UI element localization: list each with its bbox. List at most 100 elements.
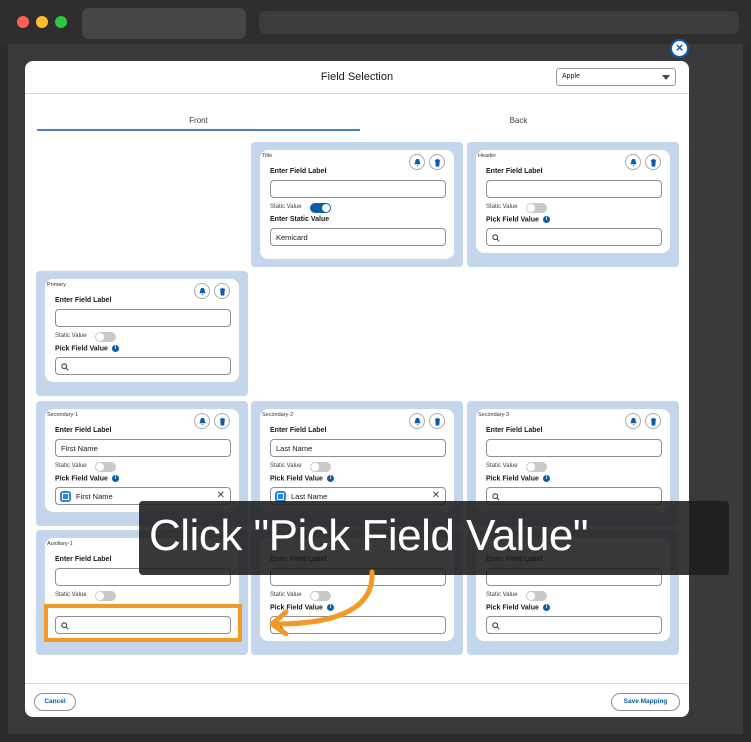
static-value-label: Static Value [55, 592, 87, 598]
static-value-toggle[interactable] [95, 462, 116, 472]
card-type: Auxiliary-1 [47, 541, 73, 547]
browser-tab[interactable] [82, 8, 246, 39]
search-icon [492, 234, 500, 242]
target-highlight-box [44, 604, 242, 642]
secondary2-card: Secondary-2 Enter Field Label Last Name … [260, 409, 454, 512]
field-label-heading: Enter Field Label [270, 427, 327, 434]
pick-field-search[interactable] [486, 228, 662, 246]
static-value-input[interactable]: Kemicard [270, 228, 446, 246]
info-icon[interactable]: i [326, 475, 334, 482]
picked-field-label: Last Name [291, 492, 328, 501]
pick-field-value-label: Pick Field Value [55, 475, 108, 483]
pick-field-value-heading: Pick Field Value i [486, 475, 550, 482]
bell-icon[interactable] [409, 154, 425, 170]
instruction-callout: Click "Pick Field Value" [139, 501, 729, 575]
address-bar[interactable] [259, 11, 739, 34]
info-icon[interactable]: i [542, 475, 550, 482]
static-value-toggle[interactable] [526, 462, 547, 472]
info-icon[interactable]: i [111, 345, 119, 352]
info-icon[interactable]: i [542, 216, 550, 223]
bell-icon[interactable] [409, 413, 425, 429]
pick-field-value-heading: Pick Field Value i [270, 475, 334, 482]
pick-field-value-heading: Pick Field Value i [486, 216, 550, 223]
static-value-label: Static Value [270, 463, 302, 469]
modal-close-icon[interactable]: × [670, 39, 689, 58]
window-minimize-dot[interactable] [36, 16, 48, 28]
card-type: Secondary-1 [47, 412, 79, 418]
static-value-label: Static Value [55, 333, 87, 339]
pick-field-value-label: Pick Field Value [486, 475, 539, 483]
pick-field-value-label: Pick Field Value [270, 475, 323, 483]
field-label-input[interactable] [270, 180, 446, 198]
field-label-input[interactable] [486, 439, 662, 457]
static-value-label: Static Value [270, 204, 302, 210]
pointer-arrow-icon [269, 569, 375, 636]
static-value-heading: Enter Static Value [270, 216, 330, 223]
field-label-heading: Enter Field Label [486, 427, 543, 434]
static-value-toggle[interactable] [95, 332, 116, 342]
bell-icon[interactable] [625, 154, 641, 170]
search-icon [61, 363, 69, 371]
field-label-input[interactable] [486, 180, 662, 198]
trash-icon[interactable] [214, 413, 230, 429]
bell-icon[interactable] [194, 413, 210, 429]
search-icon [492, 493, 500, 501]
pick-field-search[interactable] [486, 616, 662, 634]
info-icon[interactable]: i [542, 604, 550, 611]
save-mapping-button[interactable]: Save Mapping [611, 693, 680, 711]
bell-icon[interactable] [625, 413, 641, 429]
pick-field-search[interactable] [55, 357, 231, 375]
field-label-heading: Enter Field Label [55, 297, 112, 304]
field-label-heading: Enter Field Label [270, 168, 327, 175]
primary-card-wrapper: Primary Enter Field Label Static Value P… [36, 271, 248, 396]
primary-card: Primary Enter Field Label Static Value P… [45, 279, 239, 382]
pick-field-value-label: Pick Field Value [486, 216, 539, 224]
card-type: Primary [47, 282, 66, 288]
window-zoom-dot[interactable] [55, 16, 67, 28]
bell-icon[interactable] [194, 283, 210, 299]
secondary1-card: Secondary-1 Enter Field Label First Name… [45, 409, 239, 512]
secondary3-card: Secondary-3 Enter Field Label Static Val… [476, 409, 670, 512]
window-close-dot[interactable] [17, 16, 29, 28]
trash-icon[interactable] [429, 154, 445, 170]
instruction-text: Click "Pick Field Value" [149, 511, 589, 560]
static-value-toggle[interactable] [310, 203, 331, 213]
pick-field-value-heading: Pick Field Value i [486, 604, 550, 611]
pick-field-value-label: Pick Field Value [486, 604, 539, 612]
static-value-label: Static Value [486, 463, 518, 469]
object-select[interactable]: Apple [556, 68, 676, 86]
info-icon[interactable]: i [111, 475, 119, 482]
static-value-label: Static Value [55, 463, 87, 469]
modal-header: Field Selection Apple [25, 61, 689, 94]
tab-back[interactable]: Back [360, 111, 677, 131]
trash-icon[interactable] [645, 154, 661, 170]
modal-footer: Cancel Save Mapping [25, 683, 689, 717]
card-type: Title [262, 153, 273, 159]
pick-field-value-heading: Pick Field Value i [55, 345, 119, 352]
cancel-button[interactable]: Cancel [34, 693, 76, 711]
static-value-toggle[interactable] [95, 591, 116, 601]
static-value-toggle[interactable] [526, 591, 547, 601]
pick-field-value-heading: Pick Field Value i [55, 475, 119, 482]
static-value-toggle[interactable] [526, 203, 547, 213]
card-type: Secondary-3 [478, 412, 510, 418]
chevron-down-icon [662, 75, 670, 80]
clear-icon[interactable]: ✕ [432, 490, 440, 501]
field-label-input[interactable] [55, 309, 231, 327]
trash-icon[interactable] [429, 413, 445, 429]
field-label-input[interactable]: First Name [55, 439, 231, 457]
search-icon [492, 622, 500, 630]
record-icon [60, 491, 71, 502]
clear-icon[interactable]: ✕ [217, 490, 225, 501]
object-select-value: Apple [562, 73, 580, 80]
static-value-toggle[interactable] [310, 462, 331, 472]
trash-icon[interactable] [645, 413, 661, 429]
tab-front[interactable]: Front [37, 111, 360, 131]
side-tabs: Front Back [37, 111, 677, 133]
trash-icon[interactable] [214, 283, 230, 299]
title-card-wrapper: Title Enter Field Label Static Value Ent… [251, 142, 463, 267]
field-label-heading: Enter Field Label [55, 427, 112, 434]
title-card: Title Enter Field Label Static Value Ent… [260, 150, 454, 259]
field-label-heading: Enter Field Label [486, 168, 543, 175]
field-label-input[interactable]: Last Name [270, 439, 446, 457]
